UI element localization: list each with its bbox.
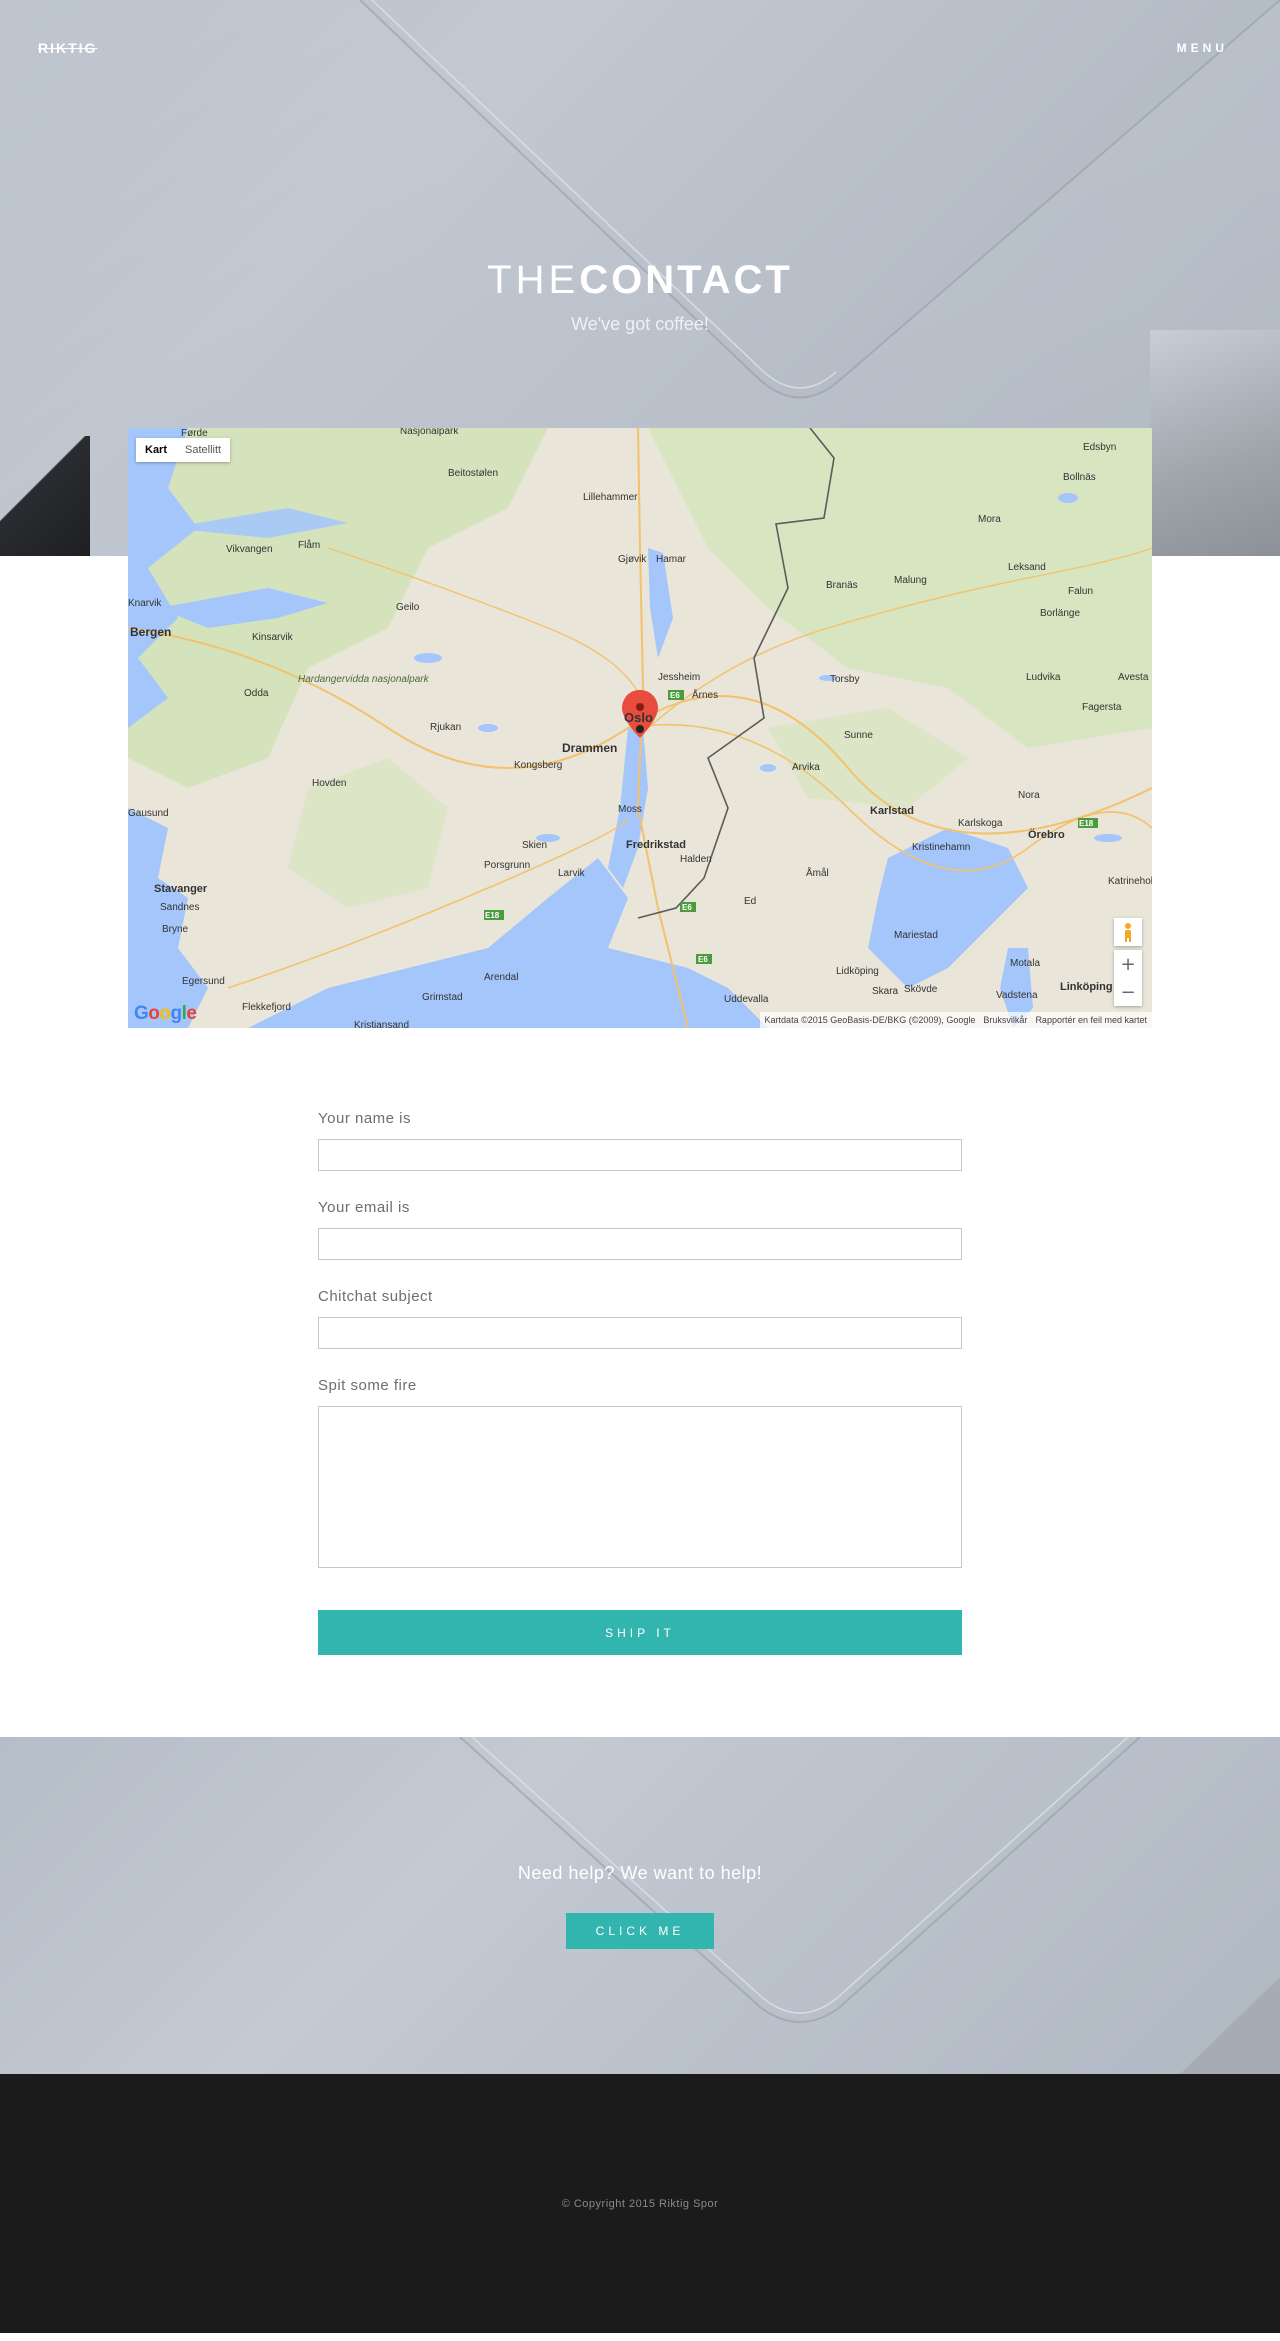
message-label: Spit some fire (318, 1377, 417, 1394)
message-field-group: Spit some fire (318, 1377, 962, 1568)
name-label: Your name is (318, 1110, 411, 1127)
help-background-graphic (459, 1737, 1280, 2074)
page-title-light: THE (487, 258, 580, 302)
subject-input[interactable] (318, 1317, 962, 1349)
name-field-group: Your name is (318, 1110, 962, 1171)
email-label: Your email is (318, 1199, 410, 1216)
map-label: Nasjonalpark (400, 428, 459, 437)
page-title: THECONTACT (0, 258, 1280, 303)
map-label: Beitostølen (448, 468, 498, 479)
map-tab-satellitt[interactable]: Satellitt (176, 438, 230, 462)
name-input[interactable] (318, 1139, 962, 1171)
hero-corner-shade (1150, 330, 1280, 556)
site-footer: © Copyright 2015 Riktig Spor (0, 2074, 1280, 2333)
email-field-group: Your email is (318, 1199, 962, 1260)
map-label: Lillehammer (583, 492, 638, 503)
contact-form-section: Your name is Your email is Chitchat subj… (0, 556, 1280, 1737)
page-title-bold: CONTACT (579, 258, 793, 302)
message-textarea[interactable] (318, 1406, 962, 1568)
menu-button[interactable]: MENU (1177, 41, 1228, 55)
help-section: Need help? We want to help! CLICK ME (0, 1737, 1280, 2074)
page-subtitle: We've got coffee! (571, 314, 709, 334)
copyright-text: © Copyright 2015 Riktig Spor (561, 2197, 719, 2210)
map-label: Mora (978, 514, 1001, 525)
map-label: Edsbyn (1083, 442, 1116, 453)
help-text: Need help? We want to help! (517, 1863, 763, 1883)
site-logo[interactable]: RIKTIG (38, 40, 97, 56)
map-tab-kart[interactable]: Kart (136, 438, 176, 462)
map-label: Vikvangen (226, 544, 273, 555)
map-label: Bollnäs (1063, 472, 1096, 483)
click-me-button[interactable]: CLICK ME (566, 1913, 714, 1949)
ship-it-button[interactable]: SHIP IT (318, 1610, 962, 1655)
subject-field-group: Chitchat subject (318, 1288, 962, 1349)
map-label: Flåm (298, 539, 320, 551)
map-type-switcher: Kart Satellitt (136, 438, 231, 462)
hero-corner-shadow (0, 436, 90, 556)
email-input[interactable] (318, 1228, 962, 1260)
contact-form: Your name is Your email is Chitchat subj… (318, 1110, 962, 1655)
subject-label: Chitchat subject (318, 1288, 433, 1305)
